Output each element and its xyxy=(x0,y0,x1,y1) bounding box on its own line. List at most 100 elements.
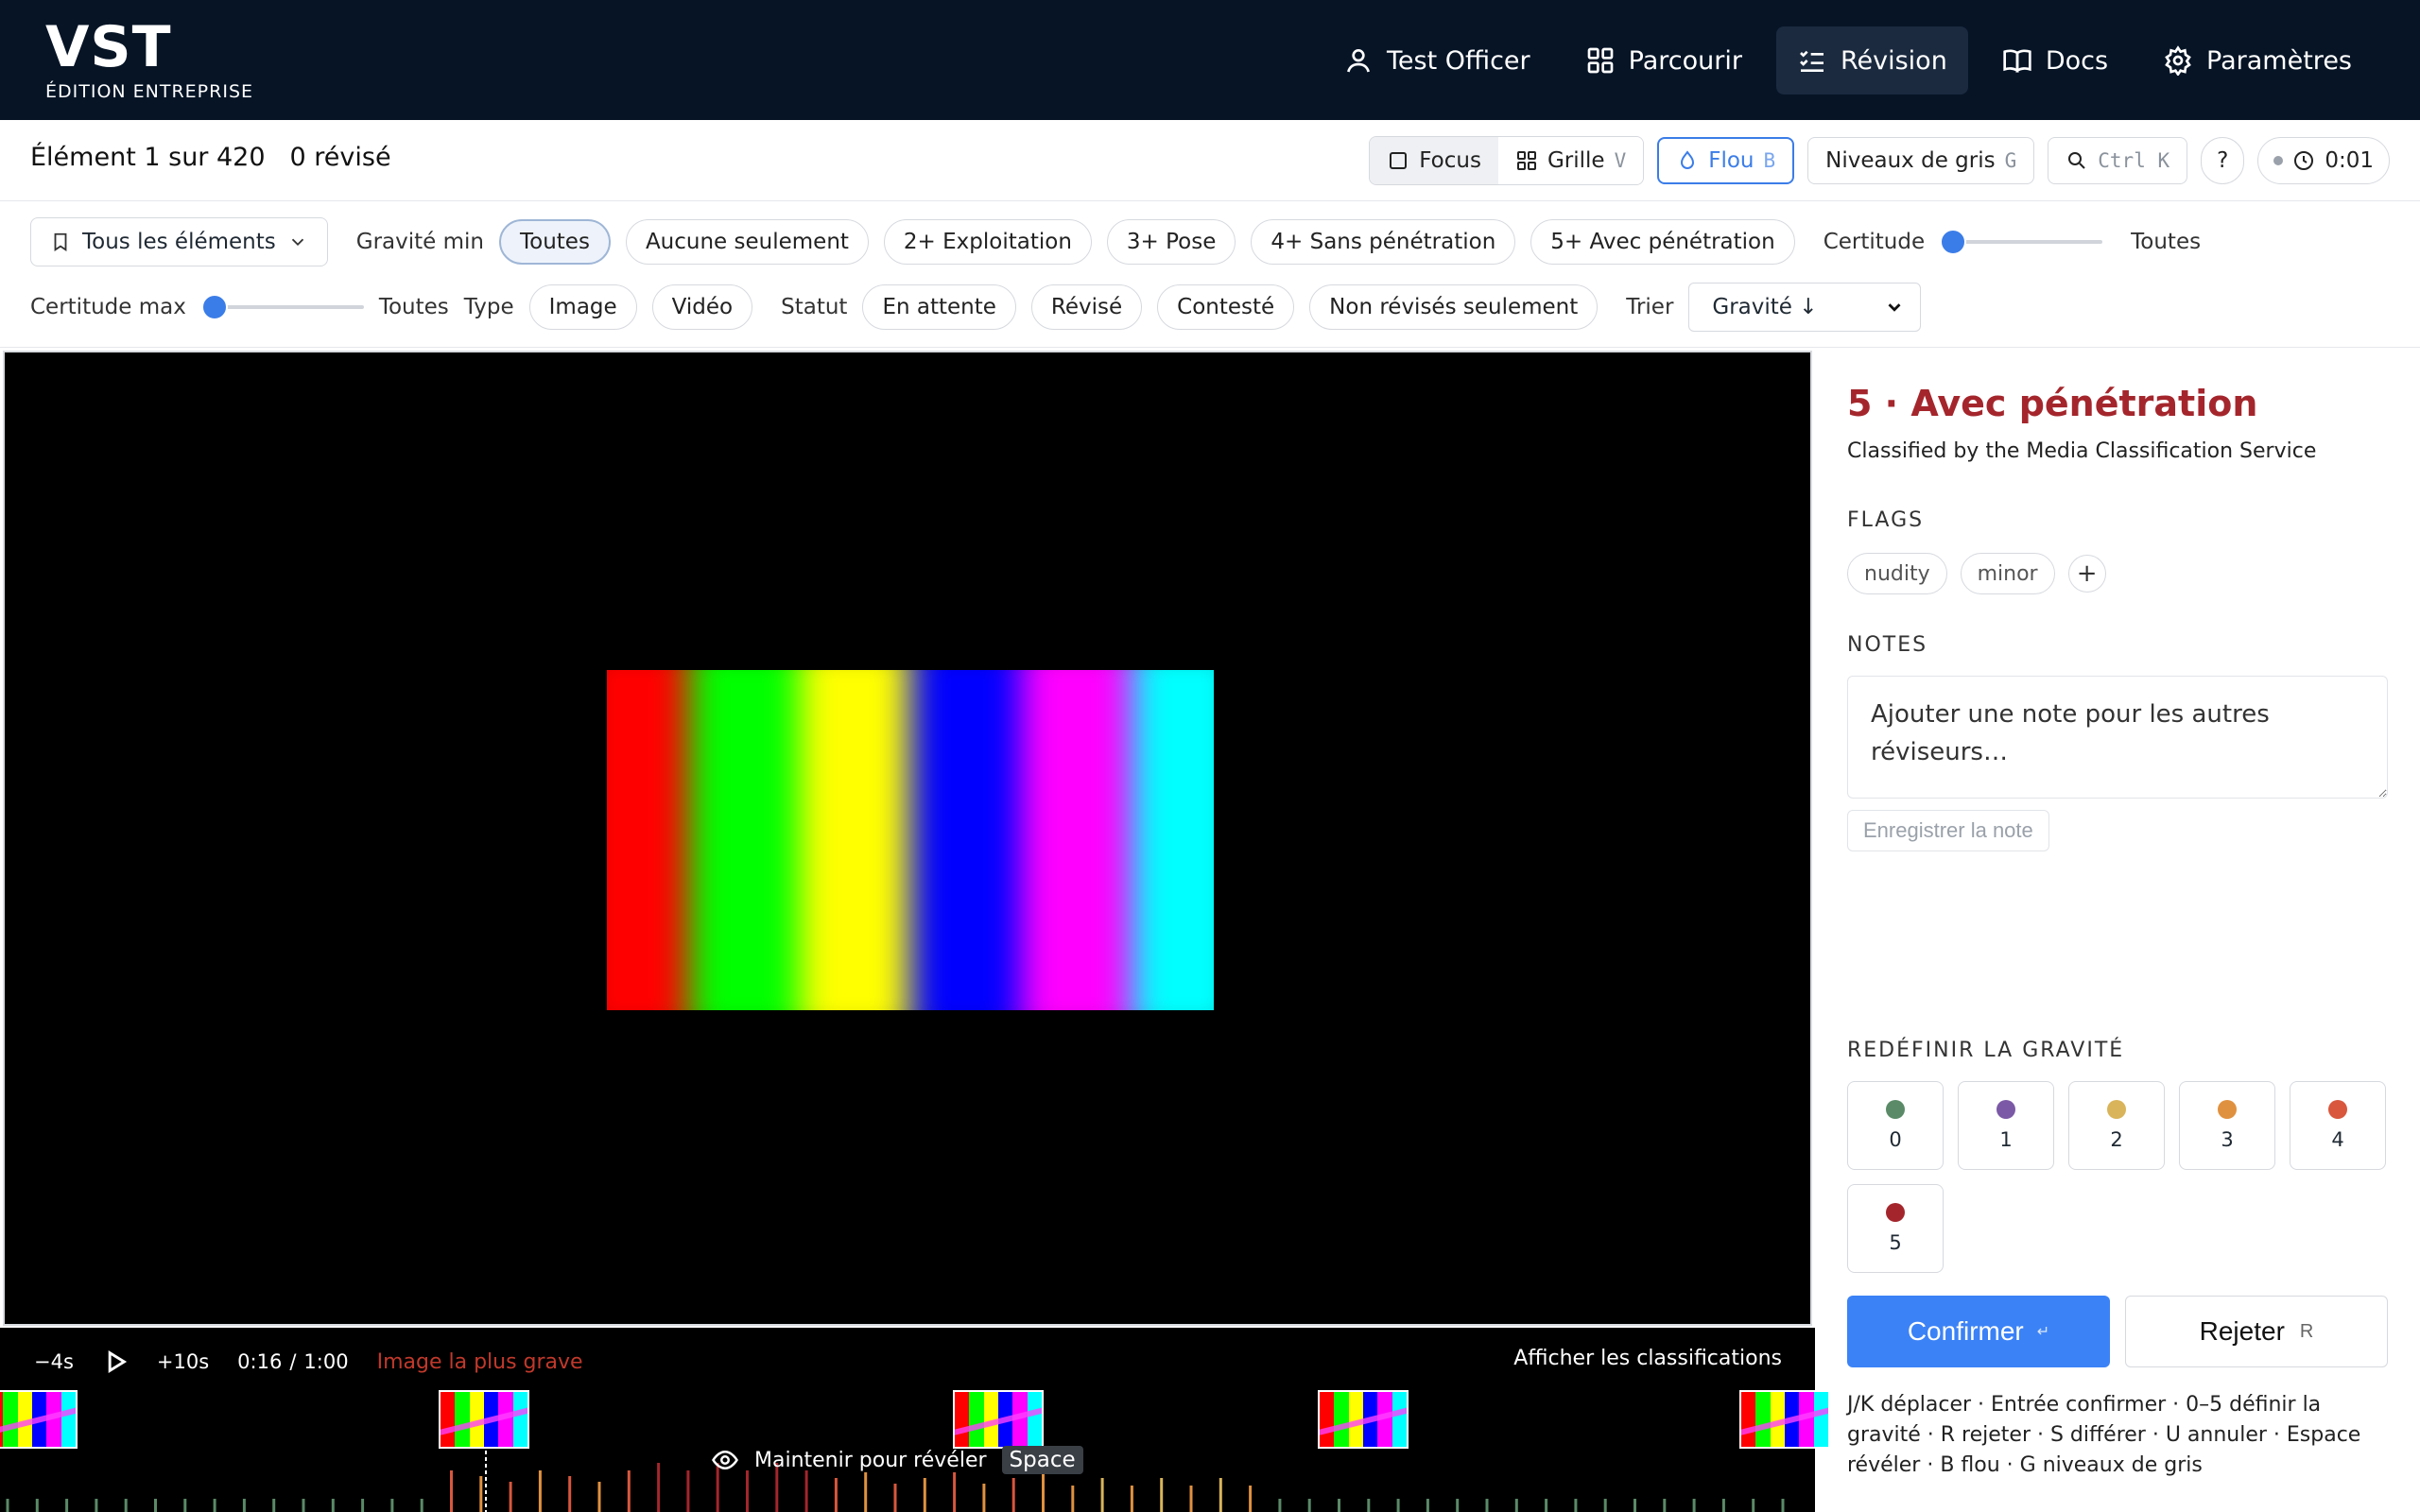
search-button[interactable]: Ctrl K xyxy=(2048,137,2188,184)
blur-toggle[interactable]: Flou B xyxy=(1657,137,1795,184)
nav-item-review[interactable]: Révision xyxy=(1775,26,1968,94)
grayscale-toggle[interactable]: Niveaux de gris G xyxy=(1807,137,2035,184)
severity-chip-all[interactable]: Toutes xyxy=(498,219,611,265)
severity-button-1[interactable]: 1 xyxy=(1958,1081,2054,1170)
type-chip-video[interactable]: Vidéo xyxy=(651,284,753,330)
playback-controls: −4s +10s 0:16 / 1:00 Image la plus grave xyxy=(34,1349,583,1375)
flag-list: nudity minor + xyxy=(1847,553,2106,594)
current-time: 0:16 xyxy=(237,1350,283,1373)
severity-button-5[interactable]: 5 xyxy=(1847,1184,1944,1273)
bookmark-icon xyxy=(54,232,67,251)
show-classifications-toggle[interactable]: Afficher les classifications xyxy=(1513,1347,1782,1370)
focus-mode-button[interactable]: Focus xyxy=(1370,137,1498,184)
sort-select[interactable]: Gravité ↓ xyxy=(1688,283,1922,332)
status-chip-disputed[interactable]: Contesté xyxy=(1157,284,1295,330)
review-timer: 0:01 xyxy=(2257,137,2390,184)
frame-thumbnail[interactable] xyxy=(953,1390,1044,1449)
eye-icon xyxy=(712,1450,738,1470)
top-nav-bar: VST ÉDITION ENTREPRISE Test Officer Parc… xyxy=(0,0,2420,120)
time-separator: / xyxy=(289,1350,297,1373)
skip-back-button[interactable]: −4s xyxy=(34,1350,74,1373)
slider-thumb[interactable] xyxy=(1940,229,1967,255)
severity-level-label: 5 xyxy=(1889,1231,1902,1254)
slider-thumb[interactable] xyxy=(200,294,228,320)
severity-override-grid: 0 1 2 3 4 5 xyxy=(1847,1081,2390,1273)
item-position: Élément 1 sur 420 xyxy=(30,143,266,172)
severity-level-label: 4 xyxy=(2331,1128,2344,1151)
skip-forward-button[interactable]: +10s xyxy=(157,1350,209,1373)
help-button[interactable]: ? xyxy=(2201,137,2245,184)
keyboard-shortcuts-help: J/K déplacer · Entrée confirmer · 0–5 dé… xyxy=(1847,1393,2361,1477)
save-note-button[interactable]: Enregistrer la note xyxy=(1847,810,2049,851)
reveal-label: Maintenir pour révéler xyxy=(754,1448,987,1472)
worst-frame-link[interactable]: Image la plus grave xyxy=(377,1350,583,1374)
blur-shortcut: B xyxy=(1763,149,1776,172)
certainty-slider[interactable] xyxy=(1940,229,2103,255)
severity-button-2[interactable]: 2 xyxy=(2068,1081,2165,1170)
severity-dot xyxy=(1996,1100,2015,1119)
status-chip-unreviewed-only[interactable]: Non révisés seulement xyxy=(1309,284,1599,330)
severity-chip-2[interactable]: 2+ Exploitation xyxy=(883,219,1092,265)
status-filter-label: Statut xyxy=(781,295,848,319)
enter-key-hint: ↵ xyxy=(2036,1324,2050,1340)
severity-level-label: 2 xyxy=(2110,1128,2123,1151)
severity-chip-5[interactable]: 5+ Avec pénétration xyxy=(1530,219,1795,265)
flag-chip[interactable]: minor xyxy=(1960,553,2055,594)
thumbnail-color-bar xyxy=(441,1392,456,1447)
severity-chip-none[interactable]: Aucune seulement xyxy=(625,219,869,265)
type-chip-image[interactable]: Image xyxy=(528,284,637,330)
certainty-max-slider[interactable] xyxy=(200,294,364,320)
confirm-button[interactable]: Confirmer ↵ xyxy=(1847,1296,2110,1367)
plus-icon: + xyxy=(2076,559,2098,588)
severity-chip-4[interactable]: 4+ Sans pénétration xyxy=(1251,219,1516,265)
thumbnail-color-bar xyxy=(1392,1392,1407,1447)
checklist-icon xyxy=(1800,50,1824,72)
hold-to-reveal[interactable]: Maintenir pour révéler Space xyxy=(711,1446,1083,1474)
flag-chip[interactable]: nudity xyxy=(1847,553,1947,594)
reject-label: Rejeter xyxy=(2199,1316,2285,1346)
item-counter: Élément 1 sur 420 0 révisé xyxy=(30,143,391,172)
thumbnail-color-bar xyxy=(1755,1392,1771,1447)
item-set-dropdown[interactable]: Tous les éléments xyxy=(30,217,328,266)
severity-dot xyxy=(1886,1100,1905,1119)
focus-label: Focus xyxy=(1419,148,1481,173)
severity-button-4[interactable]: 4 xyxy=(2290,1081,2386,1170)
grid-icon xyxy=(1516,151,1536,170)
nav-item-user[interactable]: Test Officer xyxy=(1322,26,1551,94)
logo-text: VST xyxy=(45,14,172,80)
notes-textarea[interactable] xyxy=(1847,676,2388,799)
user-icon xyxy=(1347,49,1370,73)
frame-thumbnail[interactable] xyxy=(1318,1390,1409,1449)
nav-label: Révision xyxy=(1840,45,1947,76)
add-flag-button[interactable]: + xyxy=(2067,555,2106,593)
severity-dot xyxy=(2218,1100,2237,1119)
filter-row-2: Certitude max Toutes Type Image Vidéo St… xyxy=(30,283,1922,332)
media-viewer[interactable] xyxy=(3,351,1812,1326)
status-chip-pending[interactable]: En attente xyxy=(862,284,1016,330)
severity-chip-3[interactable]: 3+ Pose xyxy=(1106,219,1236,265)
app-logo[interactable]: VST ÉDITION ENTREPRISE xyxy=(45,17,253,102)
grid-mode-button[interactable]: Grille V xyxy=(1497,137,1644,184)
play-icon[interactable] xyxy=(102,1349,129,1375)
nav-item-settings[interactable]: Paramètres xyxy=(2142,26,2373,94)
search-shortcut: Ctrl K xyxy=(2098,149,2170,172)
nav-label: Parcourir xyxy=(1628,45,1742,76)
severity-level-label: 0 xyxy=(1889,1128,1902,1151)
thumbnail-color-bar xyxy=(1027,1392,1042,1447)
color-bar xyxy=(689,670,800,1010)
severity-button-3[interactable]: 3 xyxy=(2179,1081,2275,1170)
frame-thumbnail[interactable] xyxy=(0,1390,78,1449)
severity-dot xyxy=(1886,1203,1905,1222)
grid-label: Grille xyxy=(1547,148,1605,173)
color-bar xyxy=(1021,670,1132,1010)
status-chip-reviewed[interactable]: Révisé xyxy=(1030,284,1143,330)
reveal-shortcut: Space xyxy=(1001,1446,1083,1474)
duration: 1:00 xyxy=(303,1350,349,1373)
classification-title: 5 · Avec pénétration xyxy=(1847,383,2258,424)
nav-item-browse[interactable]: Parcourir xyxy=(1564,26,1763,94)
reject-button[interactable]: Rejeter R xyxy=(2125,1296,2388,1367)
nav-item-docs[interactable]: Docs xyxy=(1981,26,2129,94)
severity-level-label: 3 xyxy=(2221,1128,2234,1151)
severity-button-0[interactable]: 0 xyxy=(1847,1081,1944,1170)
frame-thumbnail[interactable] xyxy=(439,1390,529,1449)
